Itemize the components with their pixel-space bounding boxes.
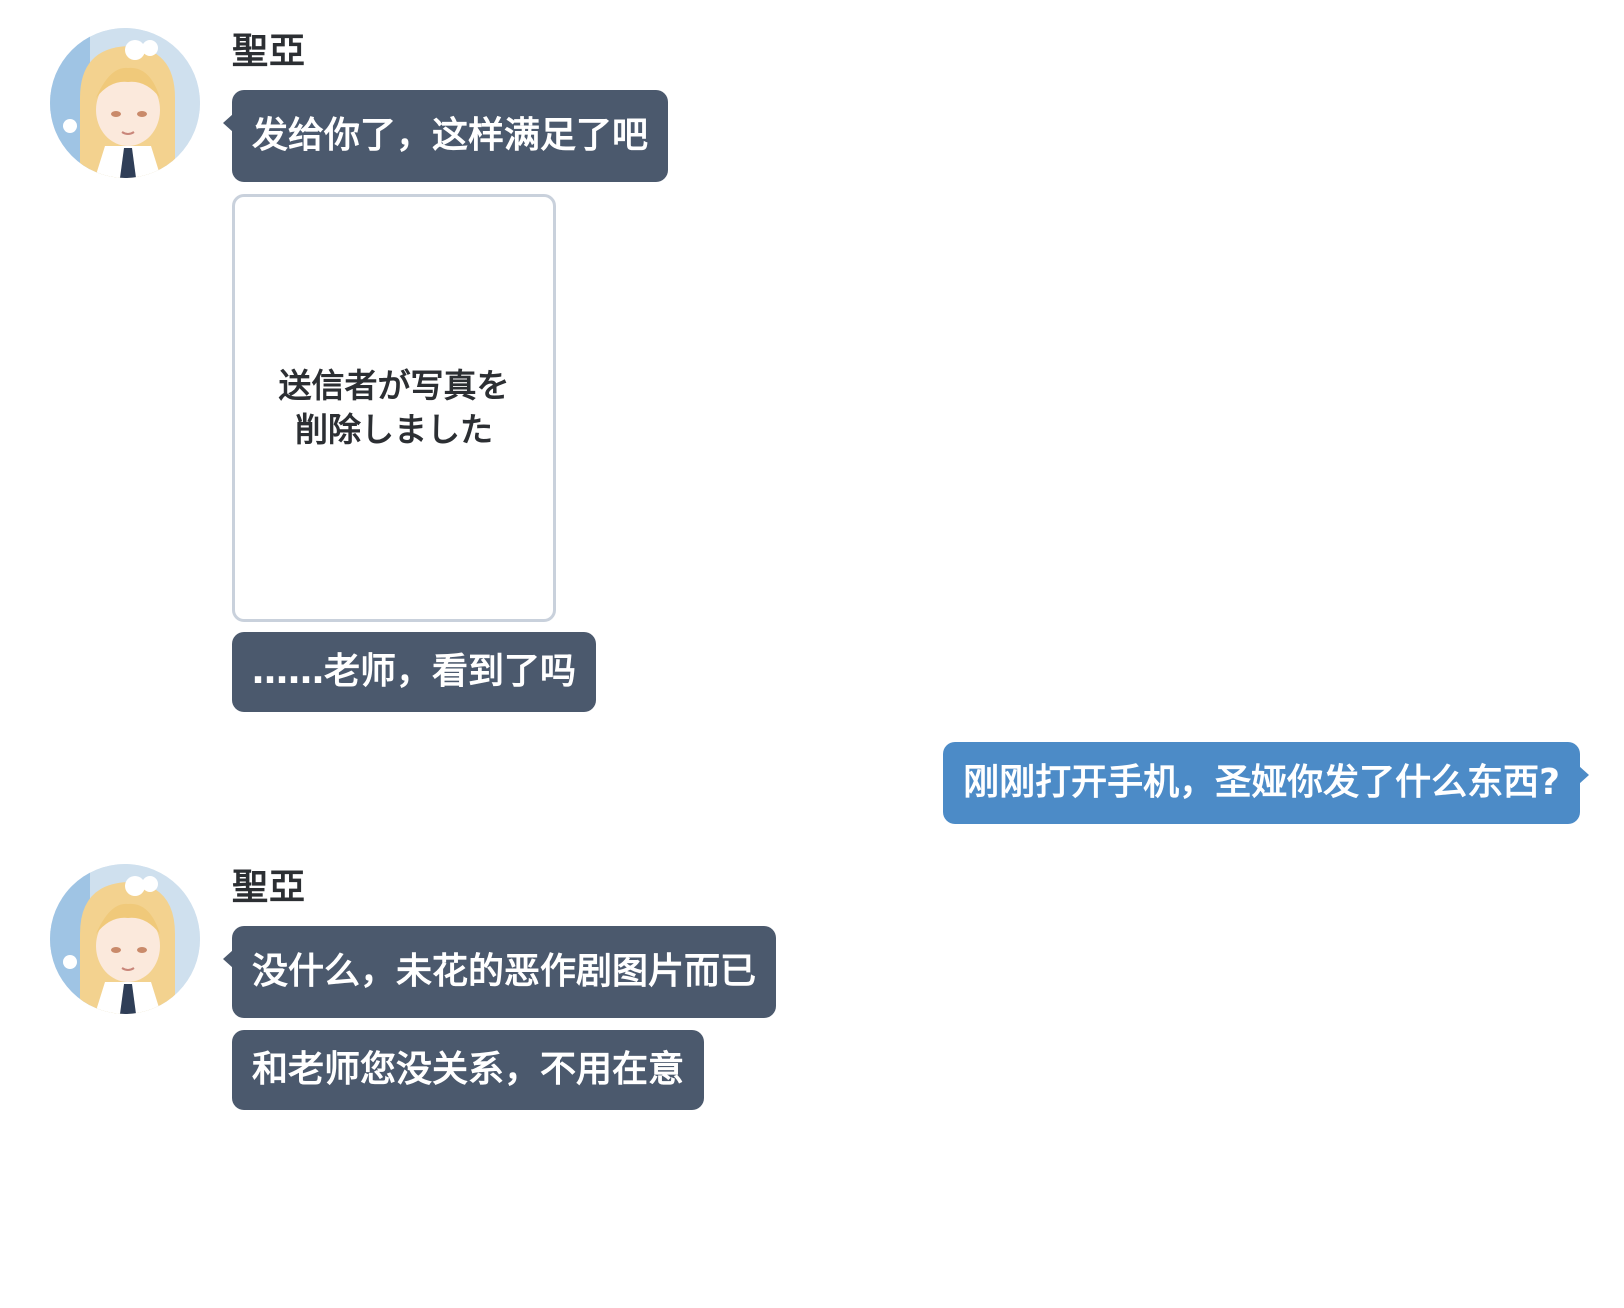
- message-bubble-incoming[interactable]: 和老师您没关系，不用在意: [232, 1030, 705, 1110]
- message-group-incoming-1: 聖亞 发给你了，这样满足了吧 送信者が写真を 削除しました ……老师，看到了吗: [0, 0, 1624, 720]
- sender-name: 聖亞: [232, 31, 307, 72]
- avatar[interactable]: [50, 864, 200, 1014]
- message-bubble-incoming[interactable]: 发给你了，这样满足了吧: [222, 90, 669, 182]
- avatar-portrait-icon: [50, 864, 200, 1014]
- deleted-photo-card[interactable]: 送信者が写真を 削除しました: [232, 194, 556, 622]
- message-bubble-incoming[interactable]: 没什么，未花的恶作剧图片而已: [222, 926, 777, 1018]
- message-bubble-outgoing[interactable]: 刚刚打开手机，圣娅你发了什么东西?: [943, 742, 1589, 824]
- sender-name: 聖亞: [232, 867, 307, 908]
- avatar[interactable]: [50, 28, 200, 178]
- message-group-incoming-2: 聖亞 没什么，未花的恶作剧图片而已 和老师您没关系，不用在意: [0, 836, 1624, 1136]
- deleted-photo-notice: 送信者が写真を 削除しました: [278, 366, 510, 449]
- message-bubble-incoming[interactable]: ……老师，看到了吗: [232, 632, 597, 712]
- avatar-portrait-icon: [50, 28, 200, 178]
